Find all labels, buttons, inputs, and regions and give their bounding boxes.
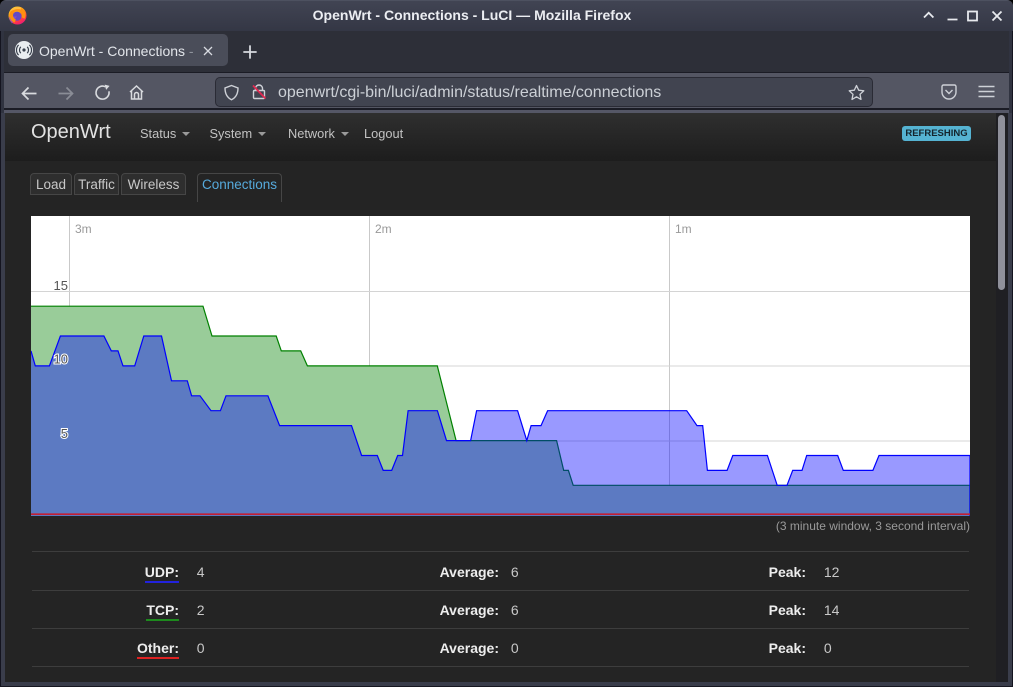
svg-text:15: 15 [54,278,68,293]
svg-text:5: 5 [61,426,68,441]
svg-text:3m: 3m [75,222,92,236]
svg-text:10: 10 [54,352,68,367]
svg-text:2m: 2m [375,222,392,236]
svg-text:1m: 1m [675,222,692,236]
